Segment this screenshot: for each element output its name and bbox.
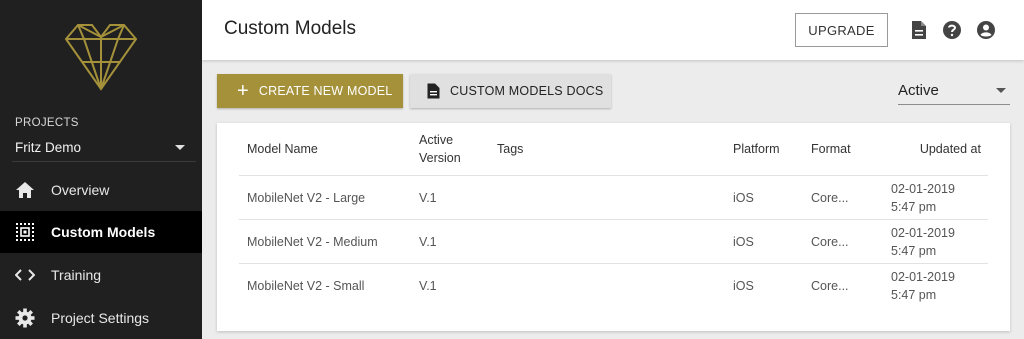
account-icon[interactable] <box>975 19 997 41</box>
column-header-format: Format <box>811 142 851 156</box>
column-header-line: Version <box>419 151 461 165</box>
docs-button-label: CUSTOM MODELS DOCS <box>450 84 604 98</box>
platform-cell: iOS <box>733 191 754 205</box>
document-icon <box>427 83 440 99</box>
format-cell: Core... <box>811 235 849 249</box>
create-new-model-button[interactable]: + CREATE NEW MODEL <box>217 74 403 108</box>
project-selector[interactable]: Fritz Demo <box>15 137 195 157</box>
table-row[interactable]: MobileNet V2 - Large V.1 iOS Core... 02-… <box>239 175 988 219</box>
upgrade-button[interactable]: UPGRADE <box>795 13 888 47</box>
sidebar-item-label: Training <box>51 267 102 283</box>
caret-down-icon <box>996 88 1006 93</box>
sidebar-item-label: Overview <box>51 182 110 198</box>
page-title: Custom Models <box>224 18 356 39</box>
updated-time: 5:47 pm <box>891 288 937 302</box>
model-name-cell: MobileNet V2 - Medium <box>247 235 378 249</box>
code-icon <box>15 265 35 285</box>
model-chip-icon <box>15 222 35 242</box>
platform-cell: iOS <box>733 235 754 249</box>
updated-date: 02-01-2019 <box>891 226 955 240</box>
top-header: Custom Models UPGRADE <box>202 0 1024 60</box>
sidebar-item-training[interactable]: Training <box>0 254 202 296</box>
column-header-active-version: Active Version <box>419 131 461 167</box>
filter-value: Active <box>898 82 939 99</box>
sidebar-divider <box>12 161 196 162</box>
models-table: Model Name Active Version Tags Platform … <box>217 123 1010 331</box>
table-row[interactable]: MobileNet V2 - Small V.1 iOS Core... 02-… <box>239 263 988 307</box>
model-name-cell: MobileNet V2 - Small <box>247 279 365 293</box>
column-header-tags: Tags <box>497 142 524 156</box>
projects-label: PROJECTS <box>15 117 79 129</box>
version-cell: V.1 <box>419 279 437 293</box>
status-filter-select[interactable]: Active <box>898 77 1010 105</box>
updated-at-cell: 02-01-2019 5:47 pm <box>891 268 955 304</box>
diamond-heart-logo <box>64 22 138 92</box>
sidebar-item-project-settings[interactable]: Project Settings <box>0 297 202 339</box>
gear-icon <box>15 308 35 328</box>
column-header-model-name: Model Name <box>247 142 318 156</box>
caret-down-icon <box>175 144 185 150</box>
platform-cell: iOS <box>733 279 754 293</box>
table-row[interactable]: MobileNet V2 - Medium V.1 iOS Core... 02… <box>239 219 988 263</box>
model-name-cell: MobileNet V2 - Large <box>247 191 366 205</box>
updated-at-cell: 02-01-2019 5:47 pm <box>891 224 955 260</box>
column-header-line: Active <box>419 133 454 147</box>
sidebar-item-custom-models[interactable]: Custom Models <box>0 211 202 253</box>
updated-date: 02-01-2019 <box>891 182 955 196</box>
home-icon <box>15 180 35 200</box>
version-cell: V.1 <box>419 191 437 205</box>
updated-time: 5:47 pm <box>891 244 937 258</box>
sidebar-item-overview[interactable]: Overview <box>0 169 202 211</box>
help-icon[interactable] <box>941 19 963 41</box>
format-cell: Core... <box>811 191 849 205</box>
updated-time: 5:47 pm <box>891 200 937 214</box>
project-name: Fritz Demo <box>15 139 82 155</box>
version-cell: V.1 <box>419 235 437 249</box>
column-header-platform: Platform <box>733 142 780 156</box>
create-button-label: CREATE NEW MODEL <box>258 84 393 98</box>
sidebar-item-label: Project Settings <box>51 310 150 326</box>
sidebar: PROJECTS Fritz Demo Overview Custom Mode… <box>0 0 202 339</box>
updated-at-cell: 02-01-2019 5:47 pm <box>891 180 955 216</box>
column-header-updated-at: Updated at <box>919 142 981 156</box>
sidebar-item-label: Custom Models <box>51 224 156 240</box>
document-icon[interactable] <box>908 19 930 41</box>
custom-models-docs-button[interactable]: CUSTOM MODELS DOCS <box>410 74 611 108</box>
format-cell: Core... <box>811 279 849 293</box>
plus-icon: + <box>237 80 249 102</box>
updated-date: 02-01-2019 <box>891 270 955 284</box>
